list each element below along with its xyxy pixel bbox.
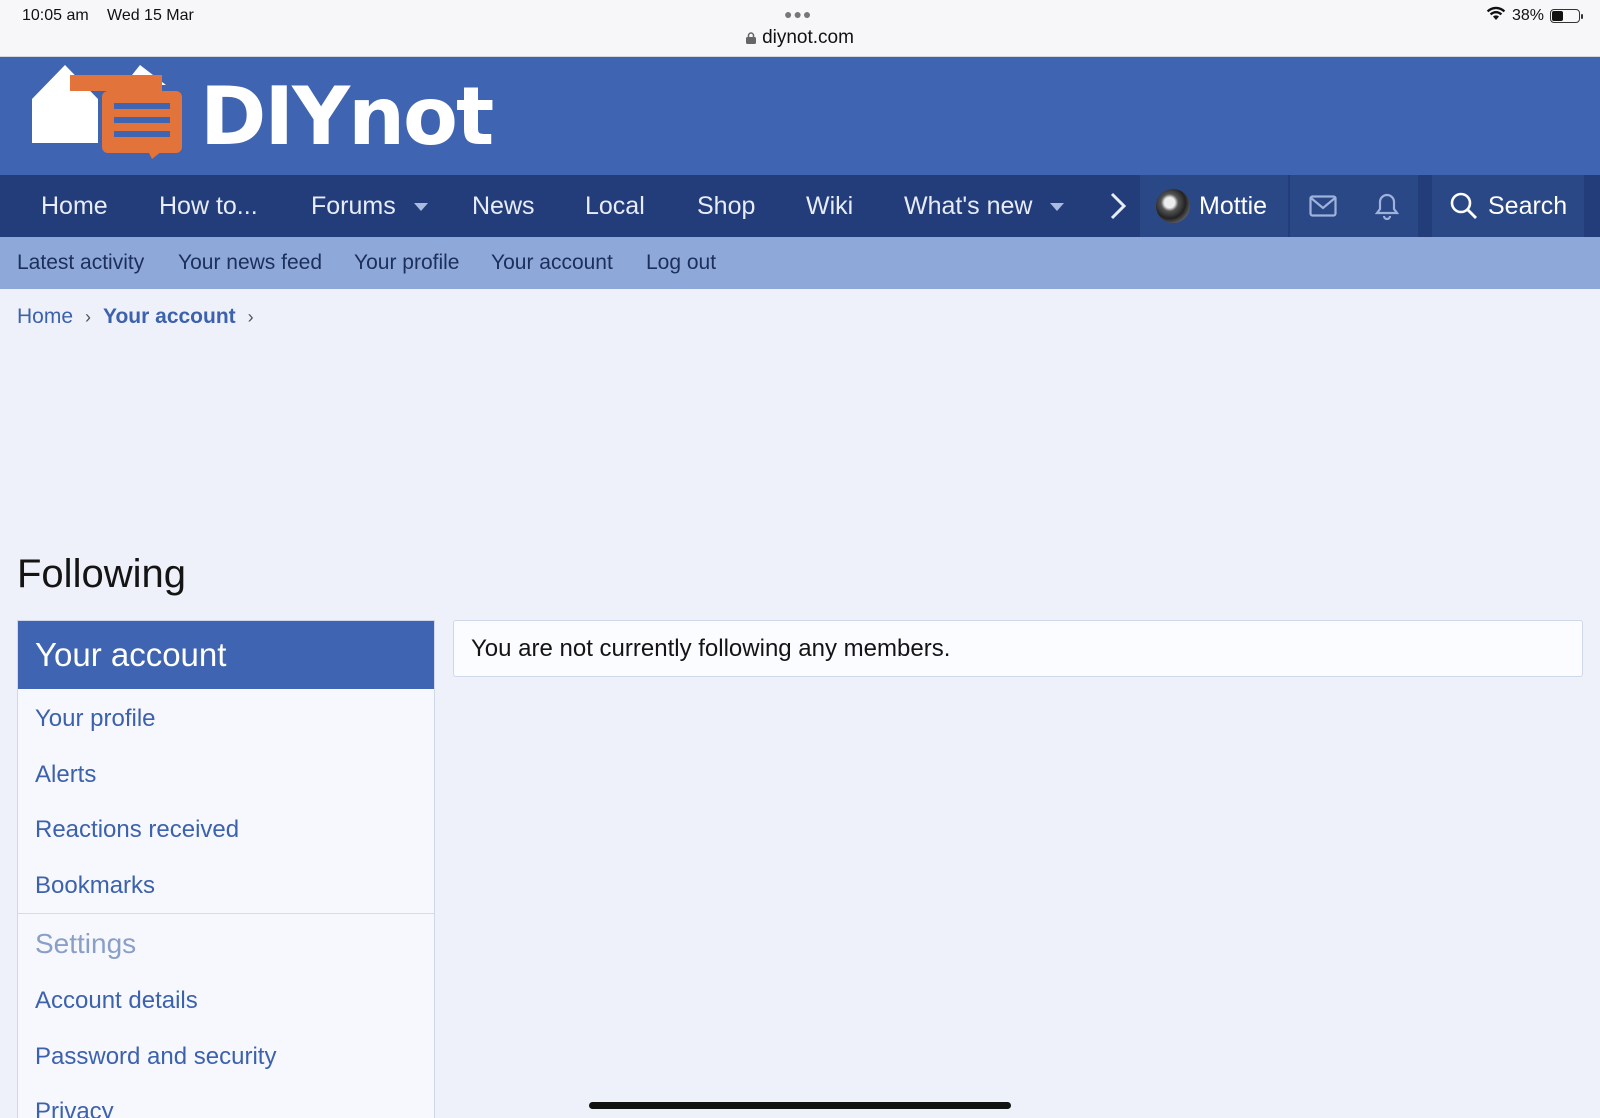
home-indicator[interactable] (589, 1102, 1011, 1109)
alerts-button[interactable] (1356, 175, 1418, 237)
sidebar-heading-settings: Settings (35, 928, 137, 959)
nav-whats-new[interactable]: What's new (904, 175, 1065, 237)
nav-whats-new-label: What's new (904, 192, 1033, 220)
page-title: Following (17, 552, 186, 596)
sidebar-item-account-details[interactable]: Account details (35, 987, 198, 1015)
search-icon (1450, 192, 1477, 219)
user-menu[interactable]: Mottie (1140, 175, 1288, 237)
breadcrumb: Home › Your account › (17, 305, 266, 329)
nav-home[interactable]: Home (41, 175, 108, 237)
sidebar-divider (18, 913, 434, 914)
caret-down-icon[interactable] (413, 203, 428, 212)
sidebar-item-privacy[interactable]: Privacy (35, 1098, 114, 1118)
chevron-right-icon: › (85, 306, 92, 327)
address-bar[interactable]: diynot.com (0, 27, 1600, 49)
chevron-right-icon[interactable] (1108, 192, 1128, 220)
inbox-button[interactable] (1290, 175, 1356, 237)
sidebar-item-alerts[interactable]: Alerts (35, 761, 96, 789)
subnav-your-profile[interactable]: Your profile (354, 237, 459, 289)
site-header: DIYnot (0, 57, 1600, 175)
subnav-latest-activity[interactable]: Latest activity (17, 237, 144, 289)
more-dots-icon[interactable]: ●●● (784, 6, 812, 22)
nav-how-to[interactable]: How to... (159, 175, 258, 237)
subnav-log-out[interactable]: Log out (646, 237, 716, 289)
lock-icon (746, 28, 757, 44)
search-button[interactable]: Search (1432, 175, 1584, 237)
envelope-icon (1309, 195, 1337, 217)
account-sidebar: Your account Your profile Alerts Reactio… (17, 620, 435, 1118)
search-label: Search (1488, 192, 1568, 220)
empty-following-message: You are not currently following any memb… (453, 620, 1583, 677)
status-time: 10:05 am (22, 7, 89, 24)
breadcrumb-your-account[interactable]: Your account (103, 305, 236, 329)
sidebar-item-password-security[interactable]: Password and security (35, 1043, 276, 1071)
nav-forums[interactable]: Forums (311, 175, 428, 237)
breadcrumb-home[interactable]: Home (17, 305, 73, 329)
url-text: diynot.com (762, 27, 854, 48)
sidebar-item-your-profile[interactable]: Your profile (35, 705, 156, 733)
sidebar-item-reactions[interactable]: Reactions received (35, 816, 239, 844)
subnav-news-feed[interactable]: Your news feed (178, 237, 322, 289)
sidebar-title: Your account (18, 621, 434, 689)
sub-nav: Latest activity Your news feed Your prof… (0, 237, 1600, 289)
avatar (1156, 189, 1190, 223)
bell-icon (1375, 193, 1399, 220)
caret-down-icon[interactable] (1050, 203, 1065, 212)
nav-local[interactable]: Local (585, 175, 645, 237)
nav-forums-label: Forums (311, 192, 396, 220)
username: Mottie (1199, 192, 1268, 220)
nav-wiki[interactable]: Wiki (806, 175, 853, 237)
nav-news[interactable]: News (472, 175, 535, 237)
logo-wordmark[interactable]: DIYnot (200, 77, 494, 157)
battery-icon (1550, 9, 1583, 23)
status-date: Wed 15 Mar (107, 7, 194, 24)
sidebar-item-bookmarks[interactable]: Bookmarks (35, 872, 155, 900)
main-nav: Home How to... Forums News Local Shop Wi… (0, 175, 1600, 237)
status-bar: 10:05 am Wed 15 Mar ●●● diynot.com 38% (0, 0, 1600, 57)
nav-shop[interactable]: Shop (697, 175, 755, 237)
subnav-your-account[interactable]: Your account (491, 237, 613, 289)
wifi-icon (1486, 6, 1506, 26)
battery-percent: 38% (1511, 7, 1544, 24)
logo-icon[interactable] (30, 61, 190, 164)
chevron-right-icon: › (247, 306, 254, 327)
